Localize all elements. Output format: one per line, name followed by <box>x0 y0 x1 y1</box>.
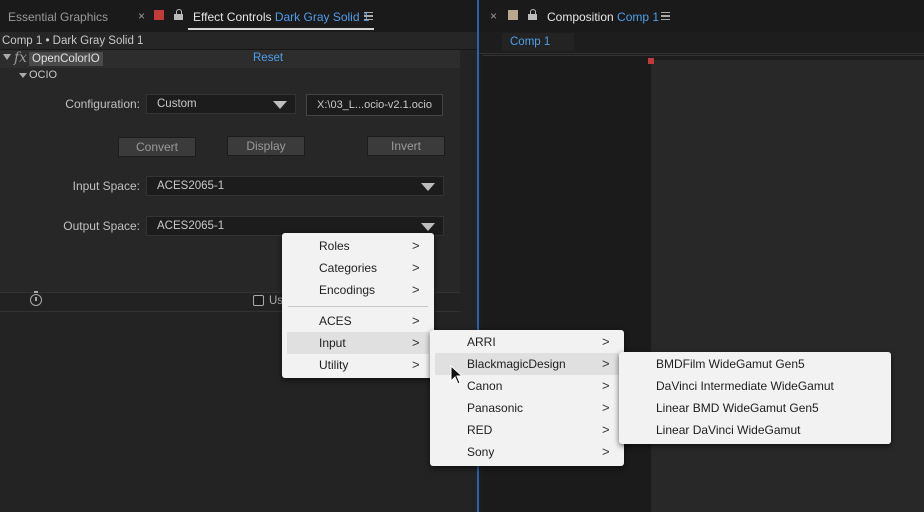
menu-item-davinci-intermediate-widegamut[interactable]: DaVinci Intermediate WideGamut <box>619 375 891 397</box>
dropdown-arrow-icon <box>273 101 287 109</box>
tab-effect-controls[interactable]: Effect Controls Dark Gray Solid 1 <box>193 10 370 24</box>
menu-item-label: Utility <box>319 358 349 372</box>
active-tab-underline <box>188 28 374 30</box>
output-space-menu: Roles > Categories > Encodings > ACES > Inpu… <box>282 233 434 378</box>
breadcrumb: Comp 1 • Dark Gray Solid 1 <box>0 32 477 50</box>
mouse-cursor-icon <box>450 365 464 385</box>
dropdown-arrow-icon <box>421 183 435 191</box>
input-space-dropdown[interactable]: ACES2065-1 <box>146 176 444 196</box>
close-tab-icon[interactable]: × <box>138 9 145 23</box>
input-space-label: Input Space: <box>72 179 140 193</box>
menu-item-label: BlackmagicDesign <box>467 357 566 371</box>
chevron-right-icon: > <box>412 313 420 328</box>
menu-item-label: Categories <box>319 261 378 275</box>
input-space-value: ACES2065-1 <box>157 180 225 192</box>
blackmagicdesign-submenu: BMDFilm WideGamut Gen5 DaVinci Intermedi… <box>619 352 891 444</box>
configuration-value: Custom <box>157 98 197 110</box>
close-tab-icon[interactable]: × <box>490 9 497 23</box>
chevron-right-icon: > <box>412 357 420 372</box>
composition-viewer[interactable] <box>651 60 924 512</box>
layer-anchor-marker <box>648 58 654 64</box>
chevron-right-icon: > <box>602 378 610 393</box>
configuration-dropdown[interactable]: Custom <box>146 94 296 114</box>
menu-item-input[interactable]: Input > <box>287 332 429 354</box>
output-space-value: ACES2065-1 <box>157 220 225 232</box>
use-checkbox[interactable] <box>253 295 264 306</box>
menu-item-categories[interactable]: Categories > <box>282 257 434 279</box>
ocio-twirl-icon[interactable] <box>19 73 27 78</box>
right-tab-bar <box>479 0 924 32</box>
panel-menu-icon[interactable] <box>364 12 373 20</box>
menu-item-encodings[interactable]: Encodings > <box>282 279 434 301</box>
chevron-right-icon: > <box>602 444 610 459</box>
menu-item-roles[interactable]: Roles > <box>282 235 434 257</box>
config-path-field[interactable]: X:\03_L...ocio-v2.1.ocio <box>306 94 443 116</box>
label-color-swatch[interactable] <box>508 10 518 20</box>
tab-composition-label: Composition <box>547 10 614 24</box>
menu-item-arri[interactable]: ARRI > <box>430 331 624 353</box>
menu-item-label: Roles <box>319 239 350 253</box>
menu-item-linear-davinci-widegamut[interactable]: Linear DaVinci WideGamut <box>619 419 891 441</box>
chevron-right-icon: > <box>412 335 420 350</box>
chevron-right-icon: > <box>602 334 610 349</box>
menu-item-aces[interactable]: ACES > <box>282 310 434 332</box>
chevron-right-icon: > <box>412 238 420 253</box>
tab-effect-controls-target: Dark Gray Solid 1 <box>274 10 370 24</box>
chevron-right-icon: > <box>602 422 610 437</box>
input-submenu: ARRI > BlackmagicDesign > Canon > Panasonic… <box>430 330 624 466</box>
lock-icon[interactable] <box>528 9 537 20</box>
menu-item-label: Linear DaVinci WideGamut <box>656 423 801 437</box>
menu-item-utility[interactable]: Utility > <box>282 354 434 376</box>
menu-item-panasonic[interactable]: Panasonic > <box>430 397 624 419</box>
configuration-label: Configuration: <box>65 97 140 111</box>
menu-item-label: Panasonic <box>467 401 524 415</box>
reset-link[interactable]: Reset <box>253 52 283 64</box>
dropdown-arrow-icon <box>421 223 435 231</box>
stopwatch-icon[interactable] <box>30 291 42 306</box>
menu-item-label: ARRI <box>467 335 496 349</box>
menu-separator <box>288 306 428 307</box>
tab-effect-controls-label: Effect Controls <box>193 10 272 24</box>
menu-item-bmdfilm-widegamut-gen5[interactable]: BMDFilm WideGamut Gen5 <box>619 353 891 375</box>
menu-item-label: Sony <box>467 445 495 459</box>
tab-composition[interactable]: Composition Comp 1 <box>547 10 659 24</box>
chevron-right-icon: > <box>602 400 610 415</box>
display-button[interactable]: Display <box>227 136 305 156</box>
menu-item-linear-bmd-widegamut-gen5[interactable]: Linear BMD WideGamut Gen5 <box>619 397 891 419</box>
menu-item-label: DaVinci Intermediate WideGamut <box>656 379 834 393</box>
menu-item-label: Input <box>319 336 346 350</box>
effect-twirl-icon[interactable] <box>3 54 11 60</box>
fx-toggle-icon[interactable]: fx <box>14 50 27 66</box>
tab-composition-target: Comp 1 <box>617 10 660 24</box>
menu-item-label: Encodings <box>319 283 376 297</box>
menu-item-label: ACES <box>319 314 352 328</box>
use-checkbox-label: Us <box>269 295 284 307</box>
menu-item-sony[interactable]: Sony > <box>430 441 624 463</box>
panel-menu-icon[interactable] <box>661 12 670 20</box>
ocio-group-label: OCIO <box>29 69 58 81</box>
chevron-right-icon: > <box>412 260 420 275</box>
invert-button[interactable]: Invert <box>367 136 445 156</box>
menu-item-red[interactable]: RED > <box>430 419 624 441</box>
output-space-label: Output Space: <box>63 219 140 233</box>
comp-1-subtab[interactable]: Comp 1 <box>502 33 574 51</box>
effect-name[interactable]: OpenColorIO <box>29 52 103 66</box>
menu-item-label: RED <box>467 423 493 437</box>
menu-item-label: BMDFilm WideGamut Gen5 <box>656 357 805 371</box>
label-color-swatch[interactable] <box>154 10 164 20</box>
convert-button[interactable]: Convert <box>118 137 196 157</box>
menu-item-label: Linear BMD WideGamut Gen5 <box>656 401 819 415</box>
menu-item-label: Canon <box>467 379 503 393</box>
tab-essential-graphics[interactable]: Essential Graphics <box>8 10 108 24</box>
chevron-right-icon: > <box>412 282 420 297</box>
lock-icon[interactable] <box>174 9 183 20</box>
chevron-right-icon: > <box>602 356 610 371</box>
